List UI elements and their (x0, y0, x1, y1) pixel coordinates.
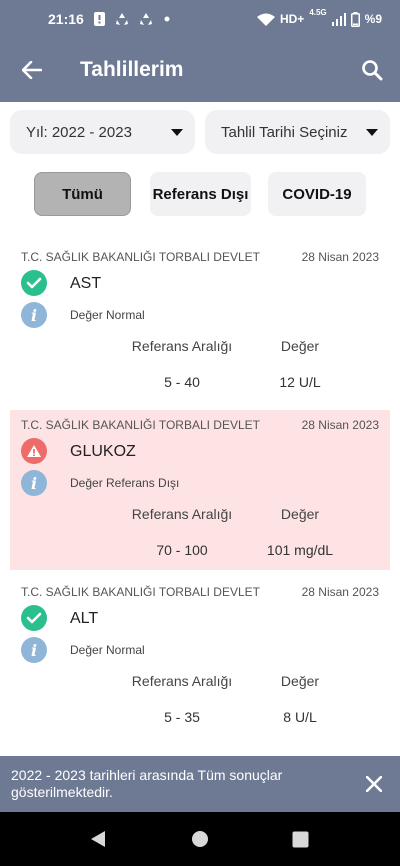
institution-name: T.C. SAĞLIK BAKANLIĞI TORBALI DEVLET (21, 585, 260, 599)
institution-name: T.C. SAĞLIK BAKANLIĞI TORBALI DEVLET (21, 250, 260, 264)
network-gen: 4.5G (309, 7, 327, 17)
alert-icon (93, 12, 105, 26)
snackbar-message: 2022 - 2023 tarihleri arasında Tüm sonuç… (11, 767, 283, 800)
battery-icon (350, 11, 360, 27)
info-icon[interactable]: i (21, 302, 47, 328)
filter-row: Yıl: 2022 - 2023 Tahlil Tarihi Seçiniz (10, 110, 390, 154)
result-card[interactable]: T.C. SAĞLIK BAKANLIĞI TORBALI DEVLET 28 … (10, 577, 390, 737)
app-bar: Tahlillerim (0, 38, 400, 102)
caret-down-icon (171, 128, 183, 136)
nav-back-button[interactable] (68, 812, 128, 866)
battery-level: %9 (364, 12, 382, 26)
back-button[interactable] (2, 38, 62, 102)
result-value: 101 mg/dL (266, 542, 334, 558)
network-type: HD+ (279, 12, 305, 26)
test-name: ALT (70, 610, 99, 627)
clock: 21:16 (48, 11, 84, 27)
status-text: Değer Referans Dışı (70, 476, 180, 490)
result-date: 28 Nisan 2023 (301, 585, 379, 599)
result-date: 28 Nisan 2023 (301, 418, 379, 432)
recycle-icon (115, 12, 129, 26)
nav-recents-button[interactable] (270, 812, 330, 866)
check-icon (21, 605, 47, 631)
recycle-icon (139, 12, 153, 26)
status-text: Değer Normal (70, 643, 145, 657)
dot-icon (163, 15, 171, 23)
ref-range-header: Referans Aralığı (131, 506, 233, 522)
result-value: 12 U/L (279, 374, 321, 390)
status-text: Değer Normal (70, 308, 145, 322)
close-button[interactable] (362, 772, 386, 796)
tab-covid[interactable]: COVID-19 (268, 172, 366, 216)
value-header: Değer (280, 506, 320, 522)
arrow-left-icon (22, 61, 42, 79)
info-icon[interactable]: i (21, 637, 47, 663)
test-name: GLUKOZ (70, 443, 136, 460)
warning-icon (21, 438, 47, 464)
ref-range-value: 5 - 35 (164, 709, 200, 725)
result-date: 28 Nisan 2023 (301, 250, 379, 264)
year-dropdown[interactable]: Yıl: 2022 - 2023 (10, 110, 195, 154)
date-dropdown-label: Tahlil Tarihi Seçiniz (221, 123, 348, 141)
triangle-back-icon (91, 831, 105, 847)
system-nav-bar (0, 812, 400, 866)
circle-home-icon (192, 831, 208, 847)
ref-range-header: Referans Aralığı (131, 673, 233, 689)
year-dropdown-label: Yıl: 2022 - 2023 (26, 123, 132, 141)
value-header: Değer (280, 673, 320, 689)
wifi-icon (256, 13, 275, 26)
ref-range-header: Referans Aralığı (131, 338, 233, 354)
ref-range-value: 5 - 40 (164, 374, 200, 390)
caret-down-icon (366, 128, 378, 136)
ref-range-value: 70 - 100 (156, 542, 208, 558)
square-recents-icon (292, 831, 308, 847)
result-value: 8 U/L (283, 709, 317, 725)
institution-name: T.C. SAĞLIK BAKANLIĞI TORBALI DEVLET (21, 418, 260, 432)
status-bar: 21:16 HD+ 4.5G %9 (0, 0, 400, 38)
tab-all[interactable]: Tümü (34, 172, 131, 216)
search-icon (362, 60, 383, 81)
search-button[interactable] (344, 38, 400, 102)
filter-tabs: Tümü Referans Dışı COVID-19 (0, 172, 400, 216)
result-card[interactable]: T.C. SAĞLIK BAKANLIĞI TORBALI DEVLET 28 … (10, 242, 390, 402)
test-name: AST (70, 275, 102, 292)
snackbar: 2022 - 2023 tarihleri arasında Tüm sonuç… (0, 756, 400, 812)
close-icon (366, 776, 382, 792)
info-icon[interactable]: i (21, 470, 47, 496)
result-card[interactable]: T.C. SAĞLIK BAKANLIĞI TORBALI DEVLET 28 … (10, 410, 390, 570)
check-icon (21, 270, 47, 296)
tab-out-of-reference[interactable]: Referans Dışı (150, 172, 251, 216)
value-header: Değer (280, 338, 320, 354)
date-dropdown[interactable]: Tahlil Tarihi Seçiniz (205, 110, 390, 154)
signal-icon (331, 12, 346, 26)
nav-home-button[interactable] (170, 812, 230, 866)
page-title: Tahlillerim (80, 58, 184, 81)
